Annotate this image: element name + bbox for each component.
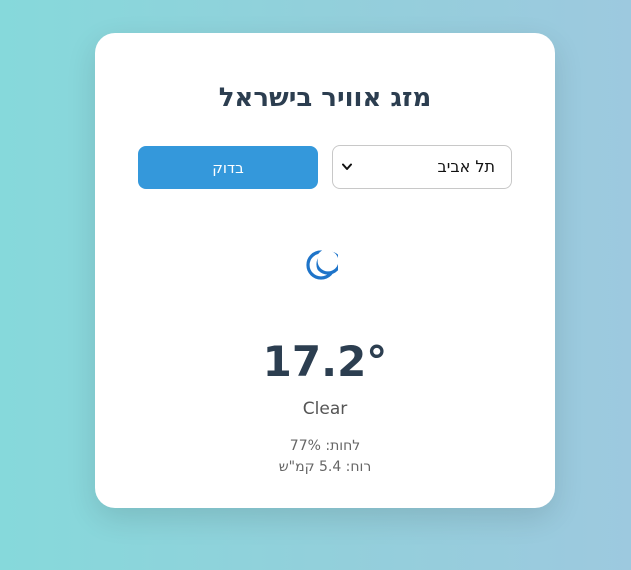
wind-text: רוח: 5.4 קמ"ש: [278, 459, 372, 475]
crescent-moon-icon: [306, 248, 338, 280]
humidity-text: לחות: 77%: [289, 438, 361, 454]
check-button[interactable]: בדוק: [138, 146, 318, 189]
weather-details: לחות: 77% רוח: 5.4 קמ"ש: [95, 436, 555, 478]
weather-description: Clear: [302, 399, 348, 419]
page-title: מזג אוויר בישראל: [218, 83, 432, 113]
city-select-value: תל אביב: [437, 157, 495, 176]
city-select[interactable]: תל אביב: [332, 145, 512, 189]
controls-row: בדוק תל אביב: [138, 145, 512, 189]
temperature: 17.2°: [262, 337, 388, 386]
weather-card: מזג אוויר בישראל בדוק תל אביב 17.2° Clea…: [95, 33, 555, 508]
chevron-down-icon: [342, 163, 352, 170]
